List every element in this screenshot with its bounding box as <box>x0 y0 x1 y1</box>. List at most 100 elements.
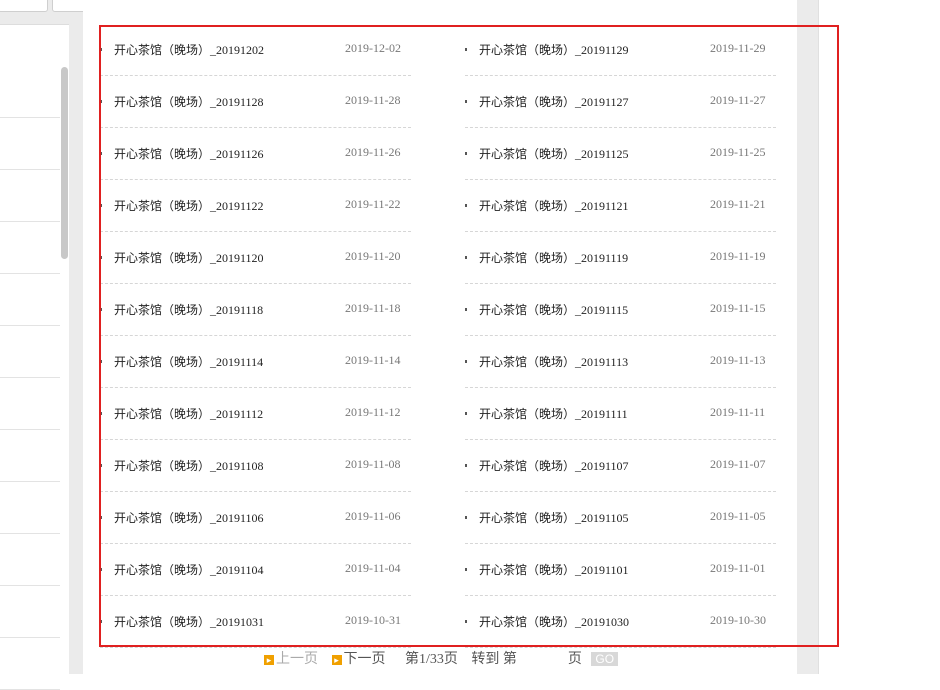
next-arrow-icon: ▸ <box>331 654 342 665</box>
list-item-title[interactable]: 开心茶馆（晚场）_20191121 <box>479 197 629 214</box>
bullet-icon <box>465 568 467 571</box>
list-item[interactable]: 开心茶馆（晚场）_20191114 2019-11-14 <box>100 336 411 388</box>
list-item[interactable]: 开心茶馆（晚场）_20191031 2019-10-31 <box>100 596 411 648</box>
list-item-title[interactable]: 开心茶馆（晚场）_20191031 <box>114 613 264 630</box>
left-panel-row[interactable]: ) <box>0 377 60 430</box>
list-item-date: 2019-12-02 <box>345 41 401 55</box>
list-item[interactable]: 开心茶馆（晚场）_20191120 2019-11-20 <box>100 232 411 284</box>
left-panel-row[interactable] <box>0 117 60 170</box>
list-item-date: 2019-11-26 <box>345 145 401 159</box>
list-item-title[interactable]: 开心茶馆（晚场）_20191126 <box>114 145 264 162</box>
list-item-date: 2019-11-25 <box>710 145 766 159</box>
list-item[interactable]: 开心茶馆（晚场）_20191107 2019-11-07 <box>465 440 776 492</box>
bullet-icon <box>465 464 467 467</box>
list-column-right: 开心茶馆（晚场）_20191129 2019-11-29 开心茶馆（晚场）_2019… <box>465 24 776 648</box>
bullet-icon <box>465 100 467 103</box>
left-panel-row[interactable]: ) <box>0 429 60 482</box>
list-item-title[interactable]: 开心茶馆（晚场）_20191112 <box>114 405 263 422</box>
list-item-date: 2019-11-29 <box>710 41 766 55</box>
list-item[interactable]: 开心茶馆（晚场）_20191108 2019-11-08 <box>100 440 411 492</box>
list-item[interactable]: 开心茶馆（晚场）_20191129 2019-11-29 <box>465 24 776 76</box>
list-item-title[interactable]: 开心茶馆（晚场）_20191119 <box>479 249 628 266</box>
list-item[interactable]: 开心茶馆（晚场）_20191115 2019-11-15 <box>465 284 776 336</box>
list-item-title[interactable]: 开心茶馆（晚场）_20191120 <box>114 249 264 266</box>
bullet-icon <box>465 152 467 155</box>
list-item-date: 2019-11-27 <box>710 93 766 107</box>
list-item[interactable]: 开心茶馆（晚场）_20191126 2019-11-26 <box>100 128 411 180</box>
left-panel-row[interactable] <box>0 169 60 222</box>
list-item-title[interactable]: 开心茶馆（晚场）_20191111 <box>479 405 628 422</box>
bullet-icon <box>100 256 102 259</box>
list-item[interactable]: 开心茶馆（晚场）_20191030 2019-10-30 <box>465 596 776 648</box>
list-item[interactable]: 开心茶馆（晚场）_20191121 2019-11-21 <box>465 180 776 232</box>
list-item[interactable]: 开心茶馆（晚场）_20191113 2019-11-13 <box>465 336 776 388</box>
list-item-date: 2019-11-07 <box>710 457 766 471</box>
list-item-date: 2019-11-15 <box>710 301 766 315</box>
left-panel-row[interactable] <box>0 65 60 118</box>
list-item[interactable]: 开心茶馆（晚场）_20191122 2019-11-22 <box>100 180 411 232</box>
list-item-title[interactable]: 开心茶馆（晚场）_20191125 <box>479 145 629 162</box>
left-panel-row[interactable]: ) <box>0 481 60 534</box>
left-panel-row[interactable] <box>0 221 60 274</box>
scrollbar[interactable] <box>61 67 68 259</box>
list-item-title[interactable]: 开心茶馆（晚场）_20191107 <box>479 457 629 474</box>
page-number-input[interactable] <box>520 649 564 663</box>
list-item-title[interactable]: 开心茶馆（晚场）_20191128 <box>114 93 264 110</box>
tab-1[interactable] <box>0 0 48 12</box>
list-item-date: 2019-10-31 <box>345 613 401 627</box>
list-item-title[interactable]: 开心茶馆（晚场）_20191115 <box>479 301 628 318</box>
bullet-icon <box>465 308 467 311</box>
list-item-title[interactable]: 开心茶馆（晚场）_20191118 <box>114 301 263 318</box>
list-item[interactable]: 开心茶馆（晚场）_20191105 2019-11-05 <box>465 492 776 544</box>
content-area: 开心茶馆（晚场）_20191202 2019-12-02 开心茶馆（晚场）_2019… <box>83 0 797 674</box>
left-panel-row[interactable]: ) <box>0 637 60 690</box>
list-item-title[interactable]: 开心茶馆（晚场）_20191101 <box>479 561 629 578</box>
list-item[interactable]: 开心茶馆（晚场）_20191202 2019-12-02 <box>100 24 411 76</box>
bullet-icon <box>465 516 467 519</box>
list-item[interactable]: 开心茶馆（晚场）_20191119 2019-11-19 <box>465 232 776 284</box>
list-item-title[interactable]: 开心茶馆（晚场）_20191114 <box>114 353 263 370</box>
list-item-title[interactable]: 开心茶馆（晚场）_20191122 <box>114 197 264 214</box>
next-page-link[interactable]: 下一页 <box>344 652 386 667</box>
prev-arrow-icon: ▸ <box>264 654 274 665</box>
prev-page-link[interactable]: 上一页 <box>276 652 318 667</box>
list-item-title[interactable]: 开心茶馆（晚场）_20191202 <box>114 41 264 58</box>
list-item-title[interactable]: 开心茶馆（晚场）_20191129 <box>479 41 629 58</box>
list-item[interactable]: 开心茶馆（晚场）_20191106 2019-11-06 <box>100 492 411 544</box>
left-panel-row[interactable] <box>0 273 60 326</box>
bullet-icon <box>100 152 102 155</box>
list-item-title[interactable]: 开心茶馆（晚场）_20191105 <box>479 509 629 526</box>
bullet-icon <box>100 568 102 571</box>
bullet-icon <box>100 48 102 51</box>
left-panel-row[interactable]: ) <box>0 533 60 586</box>
list-item[interactable]: 开心茶馆（晚场）_20191118 2019-11-18 <box>100 284 411 336</box>
list-item[interactable]: 开心茶馆（晚场）_20191125 2019-11-25 <box>465 128 776 180</box>
list-item-date: 2019-11-19 <box>710 249 766 263</box>
go-button[interactable]: GO <box>591 652 619 666</box>
list-item[interactable]: 开心茶馆（晚场）_20191128 2019-11-28 <box>100 76 411 128</box>
list-item[interactable]: 开心茶馆（晚场）_20191104 2019-11-04 <box>100 544 411 596</box>
page-info: 第1/33页 <box>405 652 458 667</box>
list-item-date: 2019-11-12 <box>345 405 401 419</box>
list-item-title[interactable]: 开心茶馆（晚场）_20191030 <box>479 613 629 630</box>
left-panel-row[interactable]: ) <box>0 585 60 638</box>
list-item-title[interactable]: 开心茶馆（晚场）_20191127 <box>479 93 629 110</box>
list-item[interactable]: 开心茶馆（晚场）_20191101 2019-11-01 <box>465 544 776 596</box>
left-panel-row[interactable] <box>0 325 60 378</box>
list-item[interactable]: 开心茶馆（晚场）_20191127 2019-11-27 <box>465 76 776 128</box>
bullet-icon <box>465 360 467 363</box>
list-item-title[interactable]: 开心茶馆（晚场）_20191106 <box>114 509 264 526</box>
bullet-icon <box>465 48 467 51</box>
list-item-title[interactable]: 开心茶馆（晚场）_20191108 <box>114 457 264 474</box>
bullet-icon <box>465 620 467 623</box>
list-item[interactable]: 开心茶馆（晚场）_20191111 2019-11-11 <box>465 388 776 440</box>
bullet-icon <box>100 464 102 467</box>
bullet-icon <box>465 412 467 415</box>
list-item-title[interactable]: 开心茶馆（晚场）_20191113 <box>479 353 628 370</box>
list-item-title[interactable]: 开心茶馆（晚场）_20191104 <box>114 561 264 578</box>
list-item-date: 2019-11-13 <box>710 353 766 367</box>
list-item[interactable]: 开心茶馆（晚场）_20191112 2019-11-12 <box>100 388 411 440</box>
list-item-date: 2019-10-30 <box>710 613 766 627</box>
bullet-icon <box>100 204 102 207</box>
goto-prefix: 转到 第 <box>471 652 517 667</box>
